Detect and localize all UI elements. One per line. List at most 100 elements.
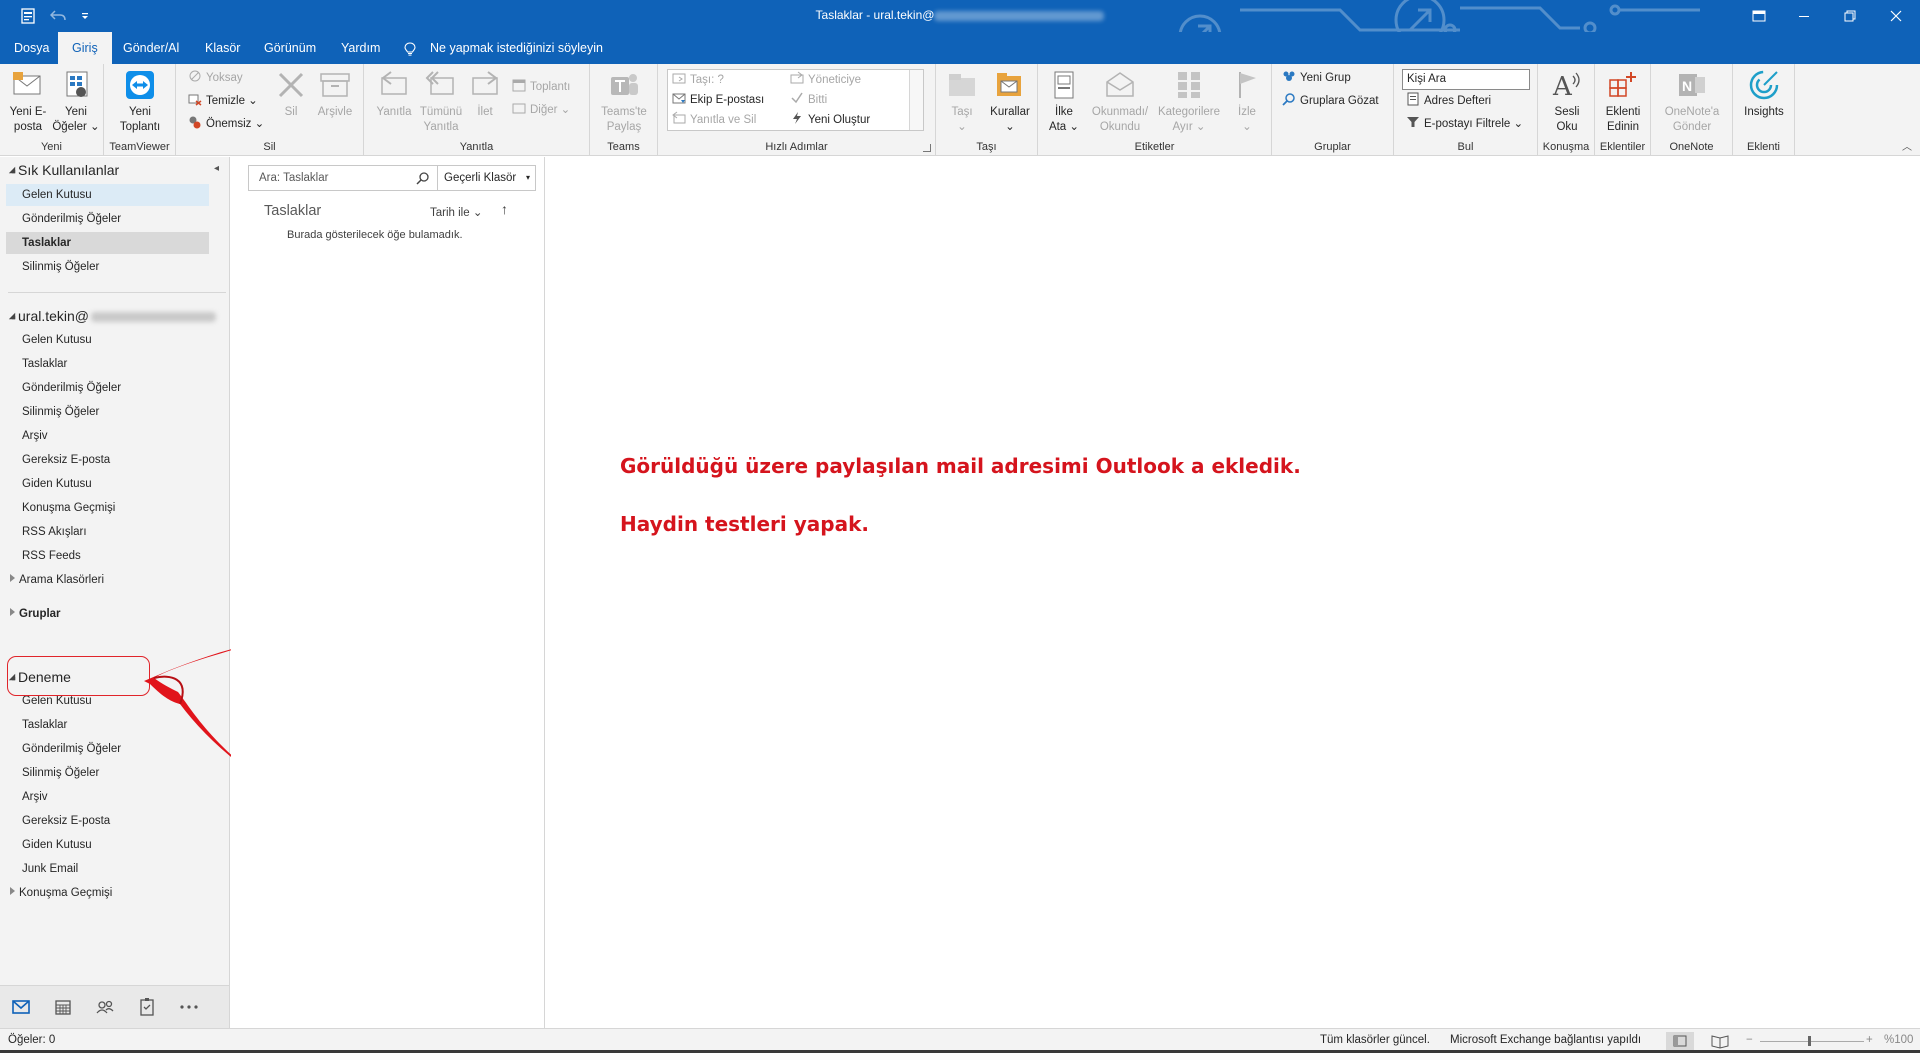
policy-icon [1047,68,1081,102]
folder-item[interactable]: Silinmiş Öğeler [6,401,209,423]
cleanup-button[interactable]: Temizle ⌄ [188,92,258,110]
delete-button[interactable]: Sil [272,68,310,120]
search-scope-dropdown[interactable]: Geçerli Klasör ▾ [438,165,536,191]
junk-button[interactable]: Önemsiz ⌄ [188,115,264,133]
qs-move-to[interactable]: Taşı: ? [672,71,724,89]
qs-team-email[interactable]: Ekip E-postası [672,91,764,109]
folder-item[interactable]: Gereksiz E-posta [6,810,209,832]
new-items-button[interactable]: Yeni Öğeler ⌄ [52,68,100,135]
people-icon[interactable] [94,996,116,1018]
get-addins-button[interactable]: Eklenti Edinin [1600,68,1646,135]
follow-up-button[interactable]: İzle ⌄ [1228,68,1266,135]
groups-header[interactable]: Gruplar [6,603,209,625]
folder-item[interactable]: Arşiv [6,786,209,808]
search-input[interactable]: Ara: Taslaklar [248,165,438,191]
unread-read-button[interactable]: Okunmadı/ Okundu [1088,68,1152,135]
folder-item[interactable]: Gereksiz E-posta [6,449,209,471]
qs-done[interactable]: Bitti [790,91,827,109]
qs-create-new[interactable]: Yeni Oluştur [790,111,870,129]
close-icon[interactable] [1873,0,1919,32]
folder-item[interactable]: Giden Kutusu [6,834,209,856]
zoom-slider[interactable] [1760,1041,1864,1042]
assign-policy-button[interactable]: İlke Ata ⌄ [1044,68,1084,135]
tab-gonder-al[interactable]: Gönder/Al [109,32,193,64]
folder-item[interactable]: RSS Akışları [6,521,209,543]
read-aloud-button[interactable]: A Sesli Oku [1544,68,1590,135]
dropdown-arrow-icon: ▾ [525,173,530,182]
folder-item[interactable]: Taslaklar [6,232,209,254]
search-people-input[interactable]: Kişi Ara [1402,69,1530,90]
folder-item[interactable]: Junk Email [6,858,209,880]
address-book-button[interactable]: Adres Defteri [1406,92,1491,110]
normal-view-icon[interactable] [1666,1032,1694,1050]
collapse-ribbon-icon[interactable]: ︿ [1902,138,1912,153]
folder-item[interactable]: Arşiv [6,425,209,447]
move-button[interactable]: Taşı ⌄ [942,68,982,135]
browse-groups-button[interactable]: Gruplara Gözat [1282,92,1379,110]
get-addins-label-2: Edinin [1607,121,1639,133]
folder-item[interactable]: Silinmiş Öğeler [6,256,209,278]
folder-item[interactable]: Gönderilmiş Öğeler [6,377,209,399]
folder-item[interactable]: Taslaklar [6,353,209,375]
new-email-button[interactable]: Yeni E- posta [4,68,52,135]
new-meeting-button[interactable]: Yeni Toplantı [112,68,168,135]
search-icon[interactable] [416,171,430,185]
folder-item[interactable]: Konuşma Geçmişi [6,497,209,519]
tab-yardim[interactable]: Yardım [327,32,394,64]
tab-klasor[interactable]: Klasör [191,32,254,64]
folder-item-collapsed[interactable]: Konuşma Geçmişi [6,882,209,904]
archive-button[interactable]: Arşivle [312,68,358,120]
calendar-icon[interactable] [52,996,74,1018]
favorites-header[interactable]: Sık Kullanılanlar [8,162,119,178]
zoom-in-icon[interactable]: + [1866,1034,1873,1046]
mail-icon[interactable] [10,996,32,1018]
share-teams-button[interactable]: Teams'te Paylaş [596,68,652,135]
folder-item[interactable]: Gelen Kutusu [6,329,209,351]
sort-direction-icon[interactable]: ↑ [501,201,508,217]
account-header[interactable]: ural.tekin@ [8,308,217,324]
qs-to-manager[interactable]: Yöneticiye [790,71,861,89]
tell-me-box[interactable]: Ne yapmak istediğinizi söyleyin [404,32,603,64]
folder-item[interactable]: Giden Kutusu [6,473,209,495]
share-teams-label-1: Teams'te [601,106,647,118]
reading-view-icon[interactable] [1706,1032,1734,1050]
more-options-icon[interactable] [178,996,200,1018]
folder-item[interactable]: Gelen Kutusu [6,184,209,206]
qs-reply-delete[interactable]: Yanıtla ve Sil [672,111,756,129]
reply-button[interactable]: Yanıtla [372,68,416,120]
group-tasi: Taşı ⌄ Kurallar ⌄ Taşı [936,64,1038,156]
more-respond-button[interactable]: Diğer ⌄ [512,101,570,119]
forward-button[interactable]: İlet [466,68,504,120]
insights-button[interactable]: Insights [1739,68,1789,120]
collapse-pane-icon[interactable]: ◂ [214,163,219,174]
group-konusma: A Sesli Oku Konuşma [1538,64,1595,156]
zoom-slider-thumb[interactable] [1808,1036,1811,1046]
addins-icon [1606,68,1640,102]
group-label-bul: Bul [1457,141,1474,153]
tab-giris[interactable]: Giriş [58,32,112,64]
quick-steps-scroll[interactable] [909,70,923,130]
reply-all-button[interactable]: Tümünü Yanıtla [418,68,464,135]
folder-item[interactable]: RSS Feeds [6,545,209,567]
rules-button[interactable]: Kurallar ⌄ [986,68,1034,135]
tasks-icon[interactable] [136,996,158,1018]
folder-item-collapsed[interactable]: Arama Klasörleri [6,569,209,591]
filter-email-button[interactable]: E-postayı Filtrele ⌄ [1406,115,1523,133]
move-folder-icon [672,71,686,85]
sort-by-dropdown[interactable]: Tarih ile ⌄ [430,205,482,219]
annotation-text-1: Görüldüğü üzere paylaşılan mail adresimi… [620,454,1301,478]
categorize-button[interactable]: Kategorilere Ayır ⌄ [1152,68,1226,135]
new-group-button[interactable]: Yeni Grup [1282,69,1351,87]
ignore-button[interactable]: Yoksay [188,69,243,87]
meeting-reply-button[interactable]: Toplantı [512,78,570,96]
ribbon-display-options-icon[interactable] [1736,0,1782,32]
send-onenote-button[interactable]: N OneNote'a Gönder [1659,68,1725,135]
tab-gorunum[interactable]: Görünüm [250,32,330,64]
zoom-level[interactable]: %100 [1884,1034,1913,1046]
minimize-icon[interactable] [1781,0,1827,32]
tab-dosya[interactable]: Dosya [0,32,63,64]
restore-icon[interactable] [1827,0,1873,32]
qs-to-manager-label: Yöneticiye [808,74,862,86]
zoom-out-icon[interactable]: − [1746,1034,1753,1046]
folder-item[interactable]: Gönderilmiş Öğeler [6,208,209,230]
